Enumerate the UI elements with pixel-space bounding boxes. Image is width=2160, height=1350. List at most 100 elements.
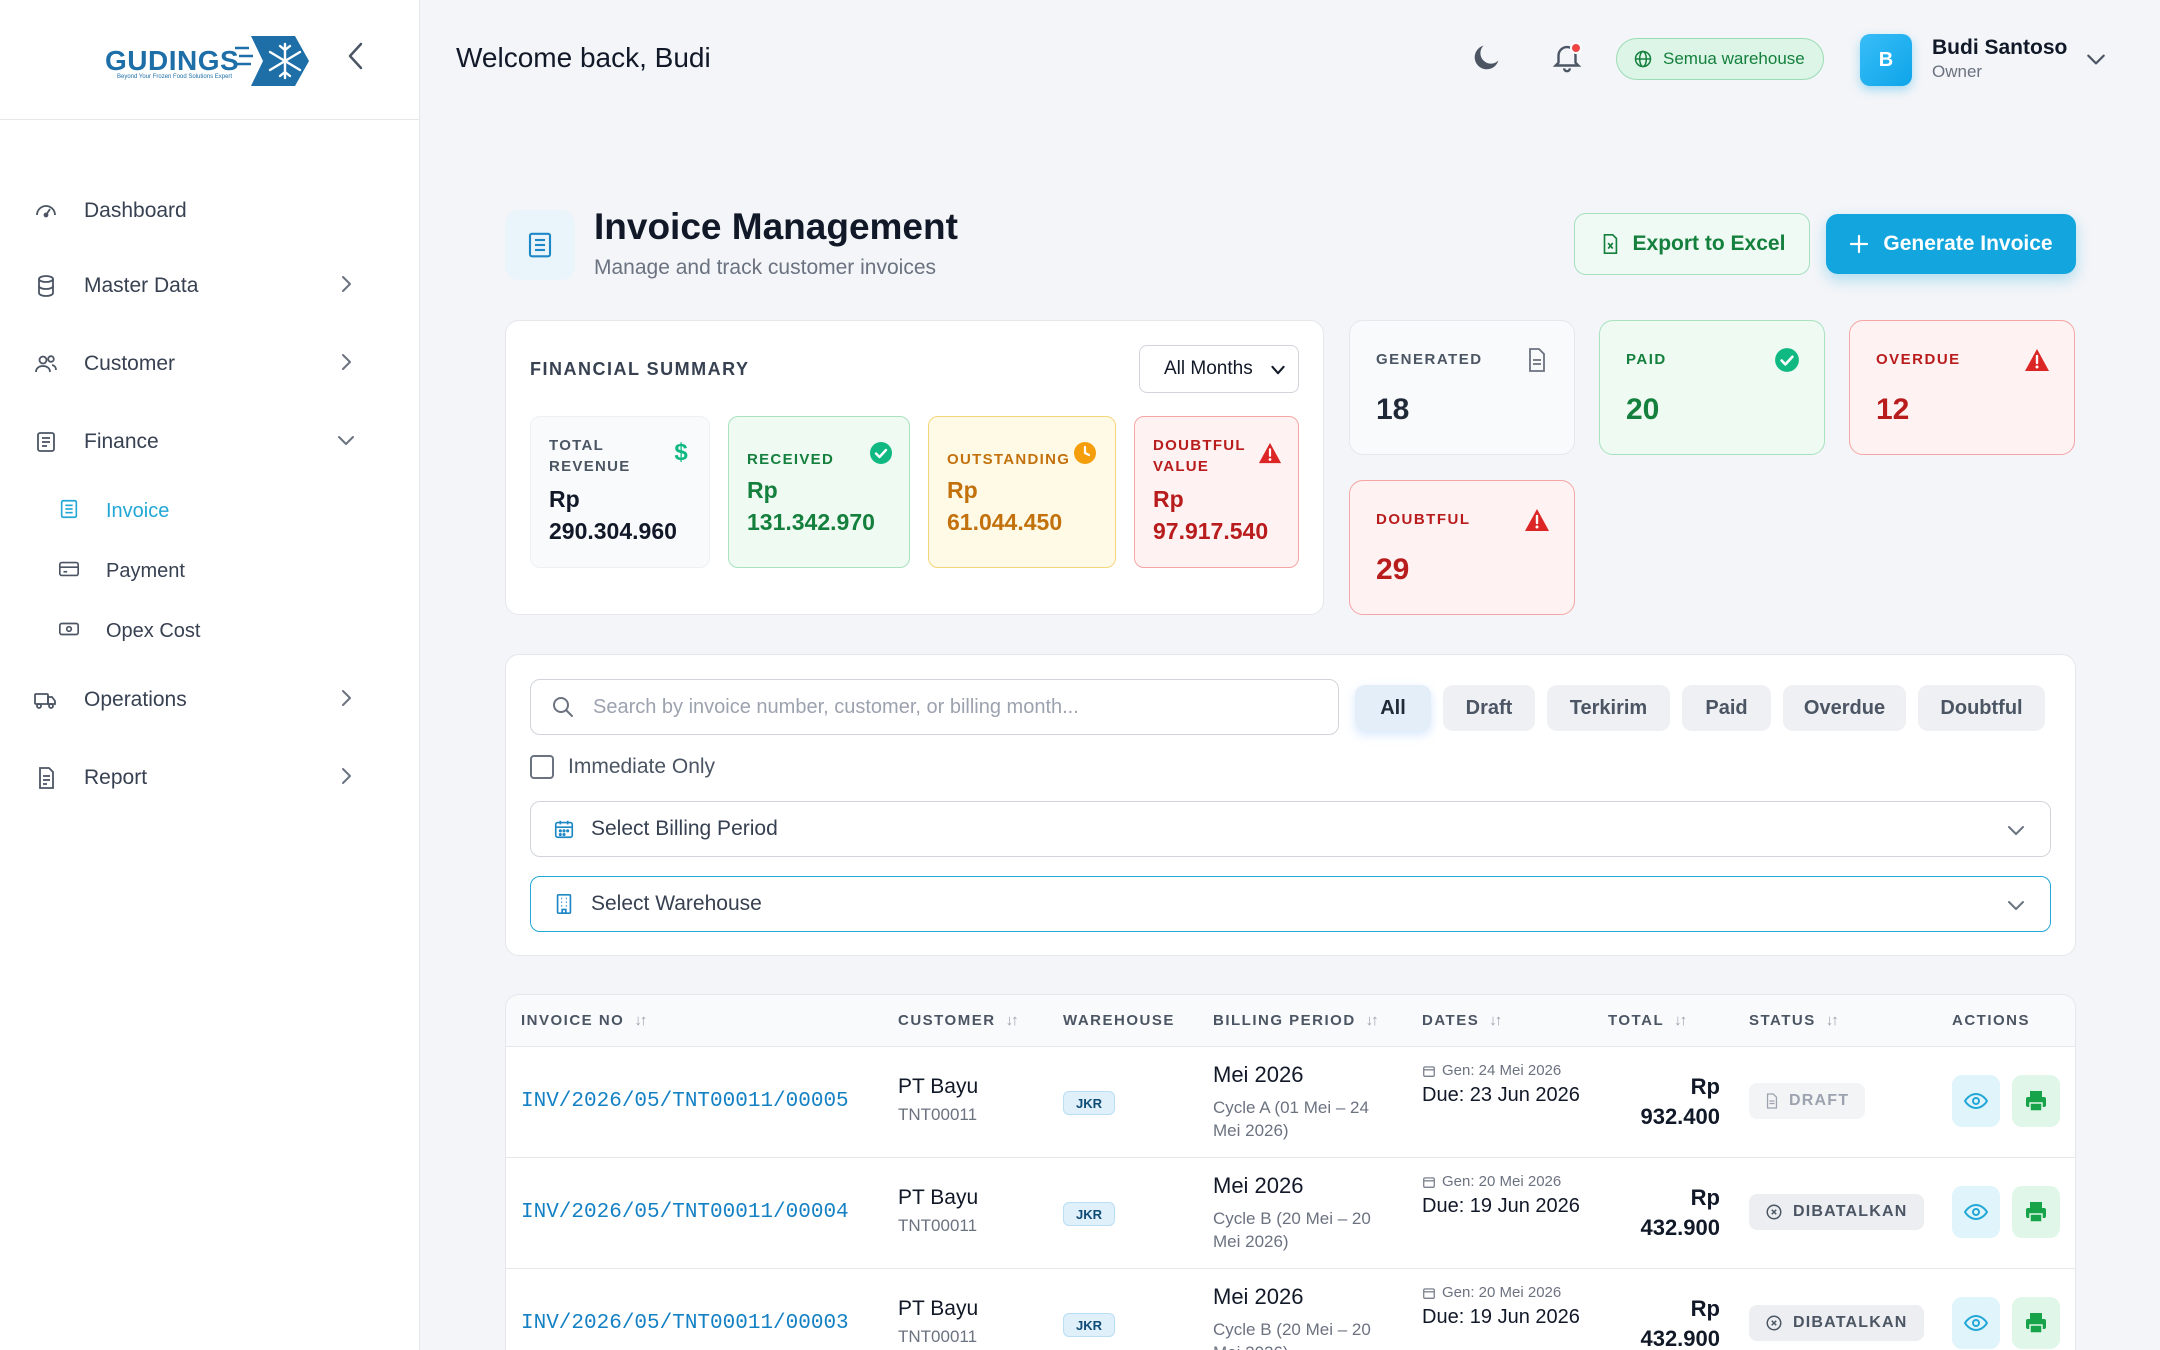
generated-label: GENERATED: [1376, 351, 1483, 368]
paid-label: PAID: [1626, 351, 1667, 368]
warehouse-badge: JKR: [1063, 1202, 1116, 1226]
gauge-icon: [34, 199, 58, 223]
logo-tagline: Beyond Your Frozen Food Solutions Expert: [117, 74, 233, 80]
chevron-left-icon: [348, 42, 363, 70]
eye-icon: [1964, 1203, 1988, 1221]
sidebar-item-dashboard[interactable]: Dashboard: [0, 175, 420, 247]
notification-dot: [1570, 42, 1582, 54]
sidebar-item-operations[interactable]: Operations: [0, 661, 420, 739]
search-box[interactable]: [530, 679, 1339, 735]
tab-all[interactable]: All: [1355, 685, 1431, 731]
status-badge: DRAFT: [1749, 1083, 1866, 1119]
search-input[interactable]: [593, 695, 1293, 719]
tab-overdue[interactable]: Overdue: [1783, 685, 1906, 731]
column-header-label: TOTAL: [1608, 1012, 1665, 1029]
warehouse-select[interactable]: Select Warehouse: [530, 876, 2051, 932]
document-icon: [1524, 347, 1550, 373]
warning-triangle-icon: [1258, 441, 1282, 465]
doubtful-label: DOUBTFUL: [1376, 511, 1471, 528]
billing-period: Mei 2026: [1213, 1062, 1304, 1087]
theme-toggle-button[interactable]: [1470, 40, 1504, 74]
doubtful-value: 29: [1376, 553, 1410, 586]
total-amount: 932.400: [1640, 1104, 1720, 1129]
tab-paid[interactable]: Paid: [1682, 685, 1771, 731]
customer-name: PT Bayu: [898, 1186, 979, 1209]
column-header-label: BILLING PERIOD: [1213, 1012, 1356, 1029]
column-header-status[interactable]: STATUS ↓↑: [1749, 1012, 1839, 1029]
generated-date-text: Gen: 20 Mei 2026: [1442, 1284, 1562, 1301]
billing-cycle: Cycle A (01 Mei – 24 Mei 2026): [1213, 1098, 1369, 1140]
invoice-number-link[interactable]: INV/2026/05/TNT00011/00005: [521, 1090, 849, 1113]
due-date: Due: 19 Jun 2026: [1422, 1195, 1580, 1217]
invoice-number-link[interactable]: INV/2026/05/TNT00011/00004: [521, 1201, 849, 1224]
tab-draft[interactable]: Draft: [1443, 685, 1535, 731]
tab-terkirim[interactable]: Terkirim: [1547, 685, 1670, 731]
warehouse-selector[interactable]: Semua warehouse: [1616, 38, 1824, 80]
invoice-total: Rp 932.400: [1640, 1072, 1720, 1132]
export-excel-button[interactable]: Export to Excel: [1574, 213, 1810, 275]
avatar[interactable]: B: [1860, 34, 1912, 86]
excel-file-icon: [1603, 234, 1617, 254]
sidebar-item-customer[interactable]: Customer: [0, 325, 420, 403]
moon-icon: [1474, 45, 1499, 70]
user-menu-chevron-icon[interactable]: [2085, 48, 2107, 70]
warehouse-badge: JKR: [1063, 1313, 1116, 1337]
sidebar-subitem-opex-cost[interactable]: Opex Cost: [0, 601, 420, 661]
invoice-number-link[interactable]: INV/2026/05/TNT00011/00003: [521, 1312, 849, 1335]
sidebar-subitem-invoice[interactable]: Invoice: [0, 481, 420, 541]
document-icon: [1766, 1093, 1778, 1109]
total-revenue-amount: 290.304.960: [549, 518, 677, 544]
status-label: DIBATALKAN: [1793, 1203, 1908, 1220]
view-button[interactable]: [1952, 1075, 2000, 1127]
sidebar-item-report[interactable]: Report: [0, 739, 420, 817]
column-header-total[interactable]: TOTAL ↓↑: [1608, 1012, 1687, 1029]
sort-icon: ↓↑: [1489, 1012, 1502, 1029]
invoice-total: Rp 432.900: [1640, 1294, 1720, 1350]
notifications-button[interactable]: [1550, 40, 1584, 74]
billing-period-select[interactable]: Select Billing Period: [530, 801, 2051, 857]
immediate-only-checkbox[interactable]: [530, 755, 554, 779]
export-button-label: Export to Excel: [1632, 232, 1786, 255]
calendar-icon: [1423, 1287, 1435, 1299]
paid-stat-card[interactable]: PAID 20: [1599, 320, 1825, 455]
generated-stat-card[interactable]: GENERATED 18: [1349, 320, 1575, 455]
doubtful-value-currency: Rp: [1153, 486, 1184, 512]
column-header-label: CUSTOMER: [898, 1012, 996, 1029]
sidebar-subitem-payment[interactable]: Payment: [0, 541, 420, 601]
app-logo[interactable]: GUDINGS Beyond Your Frozen Food Solution…: [105, 34, 313, 88]
column-header-customer[interactable]: CUSTOMER ↓↑: [898, 1012, 1019, 1029]
column-header-billing-period[interactable]: BILLING PERIOD ↓↑: [1213, 1012, 1379, 1029]
paid-value: 20: [1626, 393, 1660, 426]
column-header-invoice-no[interactable]: INVOICE NO ↓↑: [521, 1012, 647, 1029]
generate-invoice-button[interactable]: Generate Invoice: [1826, 214, 2076, 274]
sidebar-header: GUDINGS Beyond Your Frozen Food Solution…: [0, 0, 419, 120]
table-header: INVOICE NO ↓↑ CUSTOMER ↓↑ WAREHOUSE BILLIN…: [506, 995, 2075, 1047]
overdue-stat-card[interactable]: OVERDUE 12: [1849, 320, 2075, 455]
warning-triangle-icon: [2024, 347, 2050, 373]
print-button[interactable]: [2012, 1075, 2060, 1127]
column-header-dates[interactable]: DATES ↓↑: [1422, 1012, 1502, 1029]
sidebar-subitem-label: Payment: [106, 559, 185, 582]
doubtful-stat-card[interactable]: DOUBTFUL 29: [1349, 480, 1575, 615]
sidebar: GUDINGS Beyond Your Frozen Food Solution…: [0, 0, 420, 1350]
view-button[interactable]: [1952, 1186, 2000, 1238]
check-circle-icon: [1774, 347, 1800, 373]
chevron-right-icon: [342, 276, 351, 292]
received-card: RECEIVED Rp 131.342.970: [728, 416, 910, 568]
generated-date: Gen: 20 Mei 2026: [1422, 1284, 1561, 1301]
view-button[interactable]: [1952, 1297, 2000, 1349]
period-select[interactable]: All Months: [1139, 345, 1299, 393]
tab-doubtful[interactable]: Doubtful: [1918, 685, 2045, 731]
table-row: INV/2026/05/TNT00011/00003 PT Bayu TNT00…: [506, 1269, 2075, 1350]
sidebar-collapse-button[interactable]: [340, 40, 372, 72]
page-icon: [505, 210, 575, 280]
sidebar-item-master-data[interactable]: Master Data: [0, 247, 420, 325]
column-header-label: WAREHOUSE: [1063, 1012, 1175, 1029]
received-currency: Rp: [747, 477, 778, 503]
print-button[interactable]: [2012, 1186, 2060, 1238]
immediate-only-toggle[interactable]: Immediate Only: [530, 755, 715, 779]
sidebar-item-finance[interactable]: Finance: [0, 403, 420, 481]
page-title: Invoice Management: [594, 206, 958, 247]
print-button[interactable]: [2012, 1297, 2060, 1349]
chevron-down-icon: [1271, 365, 1285, 375]
